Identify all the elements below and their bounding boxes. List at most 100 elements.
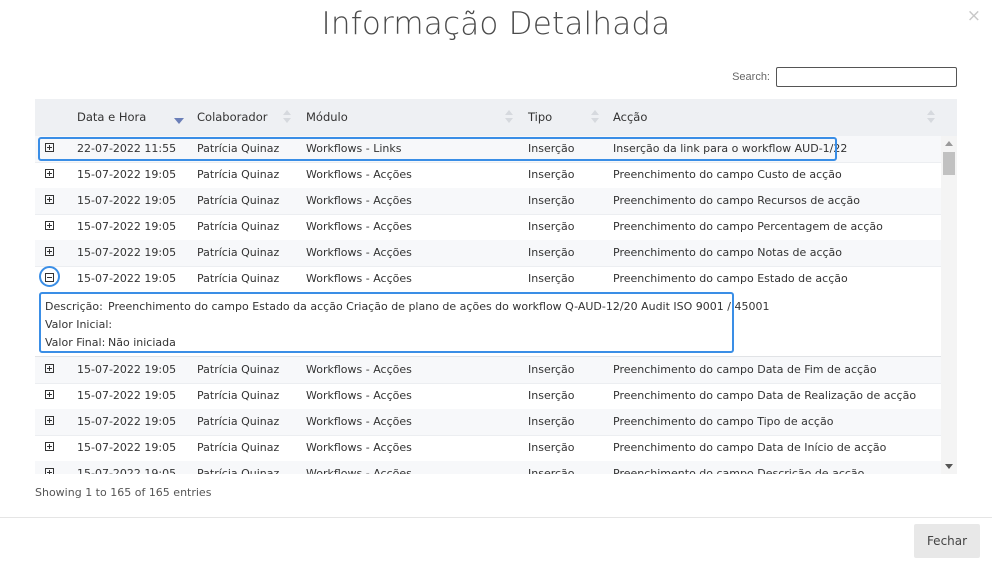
cell-date: 15-07-2022 19:05 bbox=[77, 246, 177, 259]
table-row[interactable]: 15-07-2022 19:05 Patrícia Quinaz Workflo… bbox=[35, 214, 941, 241]
cell-type: Inserção bbox=[528, 220, 575, 233]
cell-type: Inserção bbox=[528, 142, 575, 155]
cell-module: Workflows - Acções bbox=[306, 246, 412, 259]
cell-action: Preenchimento do campo Recursos de acção bbox=[613, 194, 860, 207]
sort-icon[interactable] bbox=[505, 110, 513, 124]
table-row[interactable]: 15-07-2022 19:05 Patrícia Quinaz Workflo… bbox=[35, 461, 941, 474]
detail-description: Descrição: Preenchimento do campo Estado … bbox=[45, 298, 769, 316]
detail-final-value: Valor Final: Não iniciada bbox=[45, 334, 176, 352]
detail-initial-value: Valor Inicial: bbox=[45, 316, 112, 334]
table-row[interactable]: 22-07-2022 11:55 Patrícia Quinaz Workflo… bbox=[35, 136, 941, 163]
expand-icon[interactable] bbox=[45, 468, 54, 474]
cell-user: Patrícia Quinaz bbox=[197, 363, 280, 376]
cell-date: 15-07-2022 19:05 bbox=[77, 194, 177, 207]
detail-final-label: Valor Final: bbox=[45, 336, 106, 349]
row-detail-panel: Descrição: Preenchimento do campo Estado … bbox=[35, 292, 941, 357]
collapse-icon[interactable] bbox=[45, 273, 54, 282]
cell-module: Workflows - Acções bbox=[306, 441, 412, 454]
cell-module: Workflows - Acções bbox=[306, 272, 412, 285]
cell-action: Preenchimento do campo Descrição de acçã… bbox=[613, 467, 865, 474]
cell-action: Preenchimento do campo Data de Realizaçã… bbox=[613, 389, 917, 402]
cell-action: Preenchimento do campo Percentagem de ac… bbox=[613, 220, 883, 233]
cell-type: Inserção bbox=[528, 415, 575, 428]
cell-user: Patrícia Quinaz bbox=[197, 194, 280, 207]
detail-final-text: Não iniciada bbox=[108, 336, 176, 349]
cell-module: Workflows - Acções bbox=[306, 389, 412, 402]
sort-desc-icon[interactable] bbox=[174, 118, 184, 124]
table-scrollbar[interactable] bbox=[941, 136, 957, 474]
search-input[interactable] bbox=[776, 67, 957, 87]
expand-icon[interactable] bbox=[45, 221, 54, 230]
column-header-action[interactable]: Acção bbox=[613, 99, 647, 136]
table-body: 22-07-2022 11:55 Patrícia Quinaz Workflo… bbox=[35, 136, 941, 474]
history-table: Data e Hora Colaborador Módulo Tipo Acçã… bbox=[35, 99, 957, 474]
search-label: Search: bbox=[732, 71, 770, 83]
cell-user: Patrícia Quinaz bbox=[197, 441, 280, 454]
footer-divider bbox=[0, 517, 992, 518]
expand-icon[interactable] bbox=[45, 247, 54, 256]
cell-user: Patrícia Quinaz bbox=[197, 220, 280, 233]
cell-type: Inserção bbox=[528, 389, 575, 402]
cell-user: Patrícia Quinaz bbox=[197, 272, 280, 285]
detail-description-label: Descrição: bbox=[45, 300, 103, 313]
table-row[interactable]: 15-07-2022 19:05 Patrícia Quinaz Workflo… bbox=[35, 357, 941, 384]
table-row[interactable]: 15-07-2022 19:05 Patrícia Quinaz Workflo… bbox=[35, 188, 941, 215]
cell-type: Inserção bbox=[528, 272, 575, 285]
cell-module: Workflows - Acções bbox=[306, 363, 412, 376]
table-row[interactable]: 15-07-2022 19:05 Patrícia Quinaz Workflo… bbox=[35, 162, 941, 189]
sort-icon[interactable] bbox=[283, 110, 291, 124]
expand-icon[interactable] bbox=[45, 195, 54, 204]
cell-action: Preenchimento do campo Estado de acção bbox=[613, 272, 848, 285]
cell-action: Preenchimento do campo Data de Início de… bbox=[613, 441, 887, 454]
cell-action: Inserção da link para o workflow AUD-1/2… bbox=[613, 142, 848, 155]
detail-description-value: Preenchimento do campo Estado da acção C… bbox=[108, 300, 770, 313]
expand-icon[interactable] bbox=[45, 169, 54, 178]
expand-icon[interactable] bbox=[45, 143, 54, 152]
table-row-expanded[interactable]: 15-07-2022 19:05 Patrícia Quinaz Workflo… bbox=[35, 266, 941, 293]
cell-user: Patrícia Quinaz bbox=[197, 168, 280, 181]
table-row[interactable]: 15-07-2022 19:05 Patrícia Quinaz Workflo… bbox=[35, 409, 941, 436]
close-icon[interactable]: × bbox=[967, 6, 981, 26]
cell-module: Workflows - Acções bbox=[306, 415, 412, 428]
cell-type: Inserção bbox=[528, 363, 575, 376]
column-header-user[interactable]: Colaborador bbox=[197, 99, 267, 136]
table-row[interactable]: 15-07-2022 19:05 Patrícia Quinaz Workflo… bbox=[35, 435, 941, 462]
cell-date: 15-07-2022 19:05 bbox=[77, 415, 177, 428]
cell-date: 15-07-2022 19:05 bbox=[77, 441, 177, 454]
cell-action: Preenchimento do campo Tipo de acção bbox=[613, 415, 834, 428]
table-row[interactable]: 15-07-2022 19:05 Patrícia Quinaz Workflo… bbox=[35, 383, 941, 410]
cell-user: Patrícia Quinaz bbox=[197, 415, 280, 428]
cell-module: Workflows - Acções bbox=[306, 194, 412, 207]
expand-icon[interactable] bbox=[45, 364, 54, 373]
scrollbar-thumb[interactable] bbox=[943, 152, 955, 175]
cell-type: Inserção bbox=[528, 441, 575, 454]
cell-date: 15-07-2022 19:05 bbox=[77, 389, 177, 402]
cell-user: Patrícia Quinaz bbox=[197, 389, 280, 402]
cell-user: Patrícia Quinaz bbox=[197, 246, 280, 259]
expand-icon[interactable] bbox=[45, 442, 54, 451]
scroll-up-icon[interactable] bbox=[945, 141, 953, 146]
close-button[interactable]: Fechar bbox=[914, 524, 980, 558]
cell-date: 15-07-2022 19:05 bbox=[77, 467, 177, 474]
cell-date: 22-07-2022 11:55 bbox=[77, 142, 177, 155]
expand-icon[interactable] bbox=[45, 390, 54, 399]
cell-type: Inserção bbox=[528, 194, 575, 207]
sort-icon[interactable] bbox=[591, 110, 599, 124]
cell-user: Patrícia Quinaz bbox=[197, 142, 280, 155]
scroll-down-icon[interactable] bbox=[945, 464, 953, 469]
expand-icon[interactable] bbox=[45, 416, 54, 425]
cell-module: Workflows - Acções bbox=[306, 467, 412, 474]
cell-module: Workflows - Acções bbox=[306, 168, 412, 181]
cell-date: 15-07-2022 19:05 bbox=[77, 220, 177, 233]
column-header-date[interactable]: Data e Hora bbox=[77, 99, 146, 136]
table-row[interactable]: 15-07-2022 19:05 Patrícia Quinaz Workflo… bbox=[35, 240, 941, 267]
table-header: Data e Hora Colaborador Módulo Tipo Acçã… bbox=[35, 99, 957, 137]
cell-type: Inserção bbox=[528, 467, 575, 474]
cell-action: Preenchimento do campo Notas de acção bbox=[613, 246, 843, 259]
cell-date: 15-07-2022 19:05 bbox=[77, 272, 177, 285]
cell-action: Preenchimento do campo Custo de acção bbox=[613, 168, 842, 181]
cell-type: Inserção bbox=[528, 168, 575, 181]
column-header-module[interactable]: Módulo bbox=[306, 99, 348, 136]
column-header-type[interactable]: Tipo bbox=[528, 99, 552, 136]
sort-icon[interactable] bbox=[927, 110, 935, 124]
